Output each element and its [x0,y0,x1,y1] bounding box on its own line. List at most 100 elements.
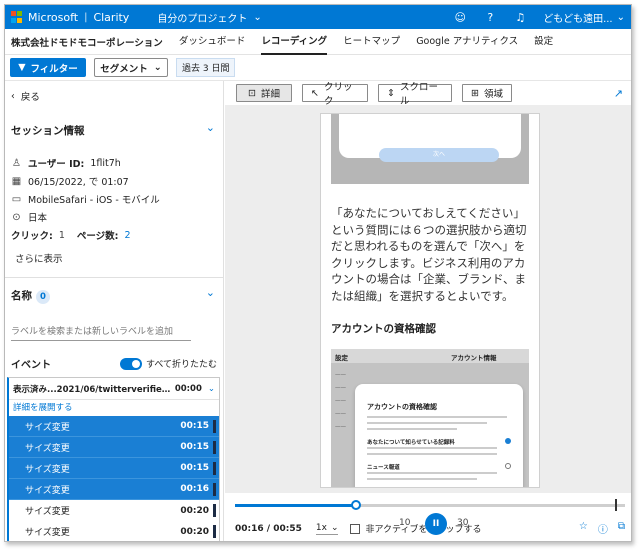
location-pin-icon: ⊙ [12,211,21,223]
user-id-value: 1flit7h [90,157,121,169]
user-menu[interactable]: どもども遠田... ⌄ [543,10,625,25]
event-marker [213,504,216,517]
scroll-label: スクロール [399,82,438,107]
rewind-10-icon[interactable]: 10 [399,518,410,528]
text-line [367,447,497,449]
scroll-button[interactable]: ⇕ スクロール [378,82,452,107]
user-id-label: ユーザー ID: [28,159,85,170]
device-row: ▭ MobileSafari - iOS - モバイル [11,192,160,207]
segment-label: セグメント [100,63,148,75]
top-bar: Microsoft | Clarity 自分のプロジェクト ⌄ ☺ ? ♫ ども… [5,5,631,29]
back-label: 戻る [20,92,40,103]
tab-dashboard[interactable]: ダッシュボード [179,29,246,55]
control-row: 00:16 / 00:55 1x ⌄ 非アクティブをスキップする 10 II 3… [235,513,625,536]
chevron-up-icon[interactable]: ⌄ [206,121,215,134]
radio-checked-icon [505,438,511,444]
event-marker [213,483,216,496]
clicks-value: 1 [58,229,65,241]
pageview-time: 00:00 [174,383,202,394]
pause-button[interactable]: II [425,513,447,535]
text-line [367,416,507,418]
screenshot-header-right: アカウント情報 [451,354,497,362]
segment-dropdown[interactable]: セグメント ⌄ [94,58,168,77]
collapse-all-label: すべて折りたたむ [145,360,217,370]
playback-time: 00:16 / 00:55 [235,523,302,534]
star-icon[interactable]: ☆ [579,521,588,536]
microsoft-logo-icon [11,11,23,23]
filter-bar: ▼ フィルター セグメント ⌄ 過去 3 日間 [5,55,631,81]
expand-details-link[interactable]: 詳細を展開する [9,400,219,416]
collapse-all-toggle[interactable] [119,357,142,370]
funnel-icon: ▼ [18,62,26,73]
screenshot-dialog: アカウントの資格確認 あなたについて知らせている記録料 ニュース報道 [355,384,523,487]
player-controls: 00:16 / 00:55 1x ⌄ 非アクティブをスキップする 10 II 3… [225,493,631,541]
fullscreen-icon[interactable]: ⧉ [618,521,625,536]
area-button[interactable]: ⊞ 領域 [462,84,512,102]
share-icon[interactable]: ↗ [614,87,623,100]
product-name[interactable]: Clarity [93,11,129,24]
pages-label: ページ数: [76,231,119,242]
app-window: Microsoft | Clarity 自分のプロジェクト ⌄ ☺ ? ♫ ども… [4,4,632,542]
chevron-down-icon: ⌄ [207,383,215,394]
info-icon[interactable]: ⓘ [598,521,608,536]
session-datetime: 06/15/2022, で 01:07 [28,177,129,188]
speed-select[interactable]: 1x ⌄ [315,522,339,535]
text-line [367,478,477,480]
divider [5,277,223,278]
article-heading: アカウントの資格確認 [331,323,436,335]
filter-button[interactable]: ▼ フィルター [10,58,86,77]
event-row[interactable]: サイズ変更 00:15 [9,416,219,437]
screenshot-sidebar: —— —— —— —— —— [335,372,346,430]
chevron-down-icon: ⌄ [253,11,262,23]
session-country: 日本 [28,213,48,224]
label-search-input[interactable]: ラベルを検索または新しいラベルを追加 [11,324,191,341]
forward-30-icon[interactable]: 30 [457,518,468,528]
event-marker [213,441,216,454]
details-icon: ⊡ [248,87,256,99]
speed-value: 1x [315,522,327,533]
text-line [367,428,457,430]
event-time: 00:20 [180,505,209,516]
session-sidebar: ‹ 戻る セッション情報 ⌄ ♙ ユーザー ID: 1flit7h ▦ 06/1… [5,81,224,541]
event-row[interactable]: サイズ変更 00:20 [9,500,219,521]
event-row[interactable]: サイズ変更 00:20 [9,521,219,541]
screenshot-image: 次へ [331,114,529,184]
chevron-down-icon[interactable]: ⌄ [206,286,215,299]
event-row[interactable]: サイズ変更 00:15 [9,437,219,458]
event-name: サイズ変更 [25,422,70,433]
tab-google-analytics[interactable]: Google アナリティクス [416,29,518,55]
tab-recordings[interactable]: レコーディング [261,29,327,55]
tab-heatmaps[interactable]: ヒートマップ [343,29,400,55]
pages-value[interactable]: 2 [124,230,130,241]
article-paragraph: 「あなたについておしえてください」という質問には６つの選択肢から適切だと思われる… [331,206,527,303]
event-row[interactable]: サイズ変更 00:16 [9,479,219,500]
timeline-scrubber[interactable] [350,500,361,510]
session-device: MobileSafari - iOS - モバイル [28,195,160,206]
screenshot-header: 設定 アカウント情報 [331,349,529,363]
click-button[interactable]: ↖ クリック [302,82,368,107]
scroll-icon: ⇕ [387,87,395,99]
labels-title-text: 名称 [11,290,32,302]
timeline-track[interactable] [235,499,625,511]
tab-settings[interactable]: 設定 [534,29,553,55]
area-grid-icon: ⊞ [471,87,479,99]
help-icon[interactable]: ? [483,11,497,24]
browser-icon: ▭ [11,193,22,205]
details-button[interactable]: ⊡ 詳細 [236,84,292,102]
back-link[interactable]: ‹ 戻る [11,89,40,104]
event-marker [213,462,216,475]
event-time: 00:15 [180,442,209,452]
screenshot-option-1: あなたについて知らせている記録料 [367,440,455,446]
text-line [367,472,497,474]
skip-inactive-checkbox[interactable] [350,523,361,534]
project-selector[interactable]: 自分のプロジェクト ⌄ [157,10,261,25]
feedback-smiley-icon[interactable]: ☺ [453,11,467,24]
show-more-link[interactable]: さらに表示 [15,251,63,265]
event-time: 00:15 [180,463,209,473]
user-name: どもども遠田... [543,13,613,25]
notifications-bell-icon[interactable]: ♫ [513,11,527,24]
date-range-tag[interactable]: 過去 3 日間 [176,58,236,77]
pageview-row[interactable]: 表示済み...2021/06/twitterverifiedaccou... 0… [9,378,219,400]
event-row[interactable]: サイズ変更 00:15 [9,458,219,479]
area-label: 領域 [483,89,503,100]
